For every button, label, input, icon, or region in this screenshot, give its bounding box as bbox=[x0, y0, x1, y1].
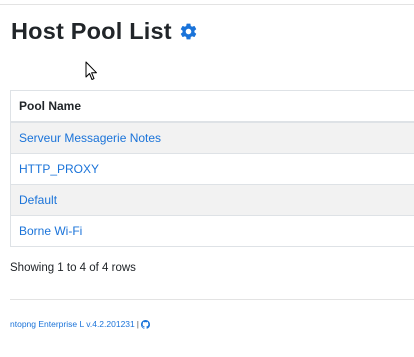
pool-link[interactable]: Borne Wi-Fi bbox=[19, 224, 82, 238]
pool-name-cell: HTTP_PROXY bbox=[10, 153, 414, 185]
pagination-summary: Showing 1 to 4 of 4 rows bbox=[10, 262, 136, 274]
table-row: HTTP_PROXY bbox=[10, 153, 414, 185]
table-row: Default bbox=[10, 184, 414, 216]
pool-name-cell: Borne Wi-Fi bbox=[10, 215, 414, 247]
version-link[interactable]: ntopng Enterprise L v.4.2.201231 bbox=[10, 319, 135, 329]
gear-icon[interactable] bbox=[179, 22, 198, 41]
table-row: Serveur Messagerie Notes bbox=[10, 122, 414, 154]
pool-name-cell: Serveur Messagerie Notes bbox=[10, 122, 414, 154]
footer-separator: | bbox=[136, 319, 139, 329]
pool-link[interactable]: HTTP_PROXY bbox=[19, 162, 99, 176]
table-header-row: Pool Name bbox=[10, 90, 414, 123]
page: Host Pool List Pool Name Serveur Message… bbox=[0, 0, 414, 357]
column-header-pool-name[interactable]: Pool Name bbox=[10, 90, 414, 123]
table-row: Borne Wi-Fi bbox=[10, 215, 414, 247]
host-pool-table: Pool Name Serveur Messagerie Notes HTTP_… bbox=[10, 90, 414, 247]
title-row: Host Pool List bbox=[11, 14, 198, 48]
footer: ntopng Enterprise L v.4.2.201231 | bbox=[10, 319, 150, 329]
footer-divider bbox=[10, 299, 414, 300]
mouse-pointer-icon bbox=[85, 61, 98, 81]
page-title: Host Pool List bbox=[11, 17, 172, 44]
pool-name-cell: Default bbox=[10, 184, 414, 216]
pool-link[interactable]: Serveur Messagerie Notes bbox=[19, 131, 161, 145]
top-divider bbox=[0, 4, 414, 5]
github-icon[interactable] bbox=[140, 319, 150, 329]
pool-link[interactable]: Default bbox=[19, 193, 57, 207]
host-pool-table-container: Pool Name Serveur Messagerie Notes HTTP_… bbox=[10, 90, 414, 247]
